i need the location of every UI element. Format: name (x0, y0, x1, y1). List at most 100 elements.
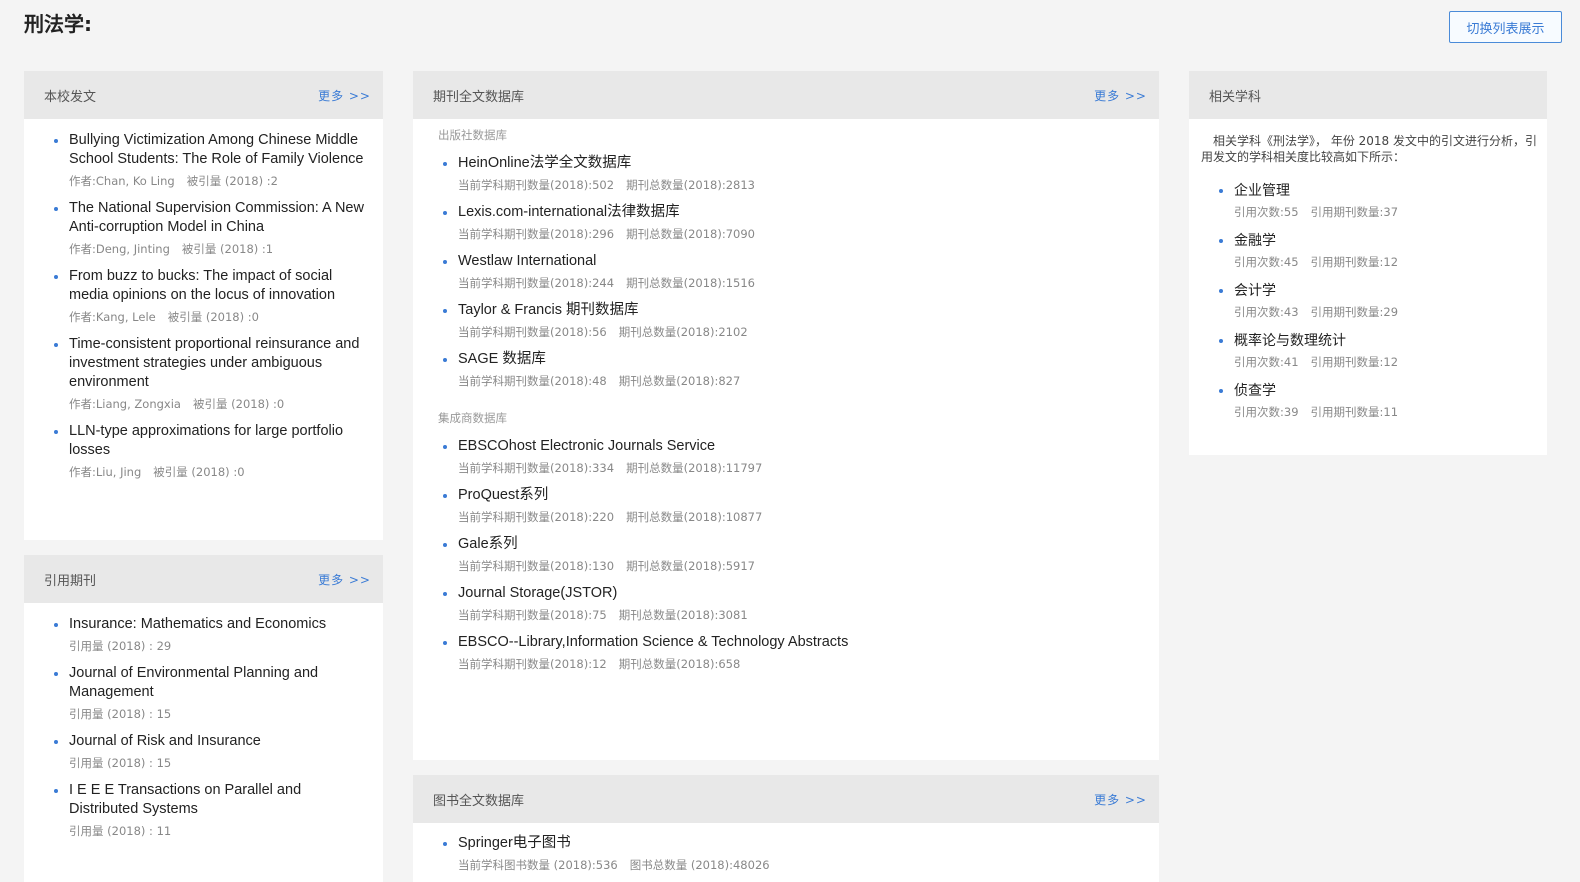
db-title[interactable]: Taylor & Francis 期刊数据库 (458, 301, 1139, 320)
paper-author: 作者:Liang, Zongxia (69, 397, 181, 411)
db-title[interactable]: EBSCO--Library,Information Science & Tec… (458, 633, 1139, 652)
subject-title[interactable]: 会计学 (1234, 281, 1537, 300)
subject-meta: 引用次数:41 引用期刊数量:12 (1234, 355, 1537, 369)
switch-list-view-button[interactable]: 切换列表展示 (1449, 11, 1562, 43)
list-item: Journal of Environmental Planning and Ma… (54, 664, 373, 721)
list-item: 概率论与数理统计 引用次数:41 引用期刊数量:12 (1219, 331, 1537, 369)
db-meta: 当前学科图书数量 (2018):536 图书总数量 (2018):48026 (458, 858, 1139, 872)
db-meta: 当前学科期刊数量(2018):502 期刊总数量(2018):2813 (458, 178, 1139, 192)
paper-title[interactable]: Bullying Victimization Among Chinese Mid… (69, 131, 373, 169)
list-item: SAGE 数据库 当前学科期刊数量(2018):48 期刊总数量(2018):82… (443, 350, 1139, 388)
paper-cited: 被引量 (2018) :2 (186, 174, 278, 188)
db-total-count: 期刊总数量(2018):10877 (626, 510, 763, 524)
db-total-count: 期刊总数量(2018):3081 (618, 608, 748, 622)
db-title[interactable]: EBSCOhost Electronic Journals Service (458, 437, 1139, 456)
subject-journals: 引用期刊数量:12 (1310, 255, 1399, 269)
subject-title[interactable]: 企业管理 (1234, 181, 1537, 200)
paper-title[interactable]: From buzz to bucks: The impact of social… (69, 267, 373, 305)
db-current-count: 当前学科期刊数量(2018):296 (458, 227, 615, 241)
panel-title: 期刊全文数据库 (433, 89, 525, 105)
paper-cited: 被引量 (2018) :1 (181, 242, 274, 256)
panel-header: 图书全文数据库 更多 >> (413, 775, 1159, 823)
db-current-count: 当前学科期刊数量(2018):502 (458, 178, 615, 192)
db-current-count: 当前学科期刊数量(2018):220 (458, 510, 615, 524)
db-title[interactable]: Journal Storage(JSTOR) (458, 584, 1139, 603)
db-current-count: 当前学科期刊数量(2018):334 (458, 461, 615, 475)
subject-title[interactable]: 金融学 (1234, 231, 1537, 250)
db-total-count: 期刊总数量(2018):7090 (626, 227, 755, 241)
list-item: Taylor & Francis 期刊数据库 当前学科期刊数量(2018):56… (443, 301, 1139, 339)
list-item: Journal of Risk and Insurance 引用量 (2018)… (54, 732, 373, 770)
paper-title[interactable]: LLN-type approximations for large portfo… (69, 422, 373, 460)
paper-title[interactable]: The National Supervision Commission: A N… (69, 199, 373, 237)
db-meta: 当前学科期刊数量(2018):48 期刊总数量(2018):827 (458, 374, 1139, 388)
db-title[interactable]: SAGE 数据库 (458, 350, 1139, 369)
journal-title[interactable]: Journal of Risk and Insurance (69, 732, 373, 751)
list-item: I E E E Transactions on Parallel and Dis… (54, 781, 373, 838)
list-item: Lexis.com-international法律数据库 当前学科期刊数量(20… (443, 203, 1139, 241)
db-total-count: 期刊总数量(2018):5917 (626, 559, 755, 573)
db-title[interactable]: Lexis.com-international法律数据库 (458, 203, 1139, 222)
subject-meta: 引用次数:39 引用期刊数量:11 (1234, 405, 1537, 419)
paper-meta: 作者:Liang, Zongxia 被引量 (2018) :0 (69, 397, 373, 411)
subject-meta: 引用次数:55 引用期刊数量:37 (1234, 205, 1537, 219)
db-total-count: 期刊总数量(2018):658 (618, 657, 741, 671)
list-item: From buzz to bucks: The impact of social… (54, 267, 373, 324)
paper-meta: 作者:Kang, Lele 被引量 (2018) :0 (69, 310, 373, 324)
db-current-count: 当前学科期刊数量(2018):48 (458, 374, 607, 388)
db-current-count: 当前学科期刊数量(2018):12 (458, 657, 607, 671)
db-current-count: 当前学科期刊数量(2018):130 (458, 559, 615, 573)
school-papers-list: Bullying Victimization Among Chinese Mid… (24, 119, 383, 479)
list-item: Springer电子图书 当前学科图书数量 (2018):536 图书总数量 (2… (443, 834, 1139, 872)
more-link[interactable]: 更多 >> (318, 571, 371, 588)
panel-header: 相关学科 (1189, 71, 1547, 119)
subject-journals: 引用期刊数量:11 (1310, 405, 1399, 419)
list-item: Journal Storage(JSTOR) 当前学科期刊数量(2018):75… (443, 584, 1139, 622)
list-item: EBSCOhost Electronic Journals Service 当前… (443, 437, 1139, 475)
db-title[interactable]: Gale系列 (458, 535, 1139, 554)
more-link[interactable]: 更多 >> (1094, 87, 1147, 104)
journal-title[interactable]: Journal of Environmental Planning and Ma… (69, 664, 373, 702)
publisher-db-list: HeinOnline法学全文数据库 当前学科期刊数量(2018):502 期刊总数… (413, 154, 1159, 388)
db-total-count: 期刊总数量(2018):2813 (626, 178, 755, 192)
journal-db-panel: 期刊全文数据库 更多 >> 出版社数据库 HeinOnline法学全文数据库 当… (413, 71, 1159, 760)
journal-title[interactable]: I E E E Transactions on Parallel and Dis… (69, 781, 373, 819)
paper-title[interactable]: Time-consistent proportional reinsurance… (69, 335, 373, 392)
panel-title: 引用期刊 (44, 573, 97, 589)
db-meta: 当前学科期刊数量(2018):296 期刊总数量(2018):7090 (458, 227, 1139, 241)
db-meta: 当前学科期刊数量(2018):244 期刊总数量(2018):1516 (458, 276, 1139, 290)
journal-title[interactable]: Insurance: Mathematics and Economics (69, 615, 373, 634)
cited-journals-panel: 引用期刊 更多 >> Insurance: Mathematics and Ec… (24, 555, 383, 882)
subject-title[interactable]: 侦查学 (1234, 381, 1537, 400)
subject-cites: 引用次数:55 (1234, 205, 1299, 219)
page-title: 刑法学: (24, 12, 92, 36)
db-title[interactable]: Springer电子图书 (458, 834, 1139, 853)
cited-journals-list: Insurance: Mathematics and Economics 引用量… (24, 603, 383, 838)
db-meta: 当前学科期刊数量(2018):130 期刊总数量(2018):5917 (458, 559, 1139, 573)
subject-title[interactable]: 概率论与数理统计 (1234, 331, 1537, 350)
more-link[interactable]: 更多 >> (318, 87, 371, 104)
db-total-count: 期刊总数量(2018):1516 (626, 276, 755, 290)
paper-meta: 作者:Liu, Jing 被引量 (2018) :0 (69, 465, 373, 479)
list-item: 企业管理 引用次数:55 引用期刊数量:37 (1219, 181, 1537, 219)
list-item: Westlaw International 当前学科期刊数量(2018):244… (443, 252, 1139, 290)
subject-journals: 引用期刊数量:37 (1310, 205, 1399, 219)
panel-header: 引用期刊 更多 >> (24, 555, 383, 603)
db-title[interactable]: ProQuest系列 (458, 486, 1139, 505)
list-item: Gale系列 当前学科期刊数量(2018):130 期刊总数量(2018):591… (443, 535, 1139, 573)
subject-cites: 引用次数:41 (1234, 355, 1299, 369)
db-current-count: 当前学科期刊数量(2018):244 (458, 276, 615, 290)
more-link[interactable]: 更多 >> (1094, 791, 1147, 808)
db-total-count: 期刊总数量(2018):827 (618, 374, 741, 388)
db-title[interactable]: Westlaw International (458, 252, 1139, 271)
db-total-count: 期刊总数量(2018):11797 (626, 461, 763, 475)
panel-header: 期刊全文数据库 更多 >> (413, 71, 1159, 119)
paper-cited: 被引量 (2018) :0 (153, 465, 245, 479)
list-item: Time-consistent proportional reinsurance… (54, 335, 373, 411)
list-item: ProQuest系列 当前学科期刊数量(2018):220 期刊总数量(2018)… (443, 486, 1139, 524)
db-title[interactable]: HeinOnline法学全文数据库 (458, 154, 1139, 173)
book-db-list: Springer电子图书 当前学科图书数量 (2018):536 图书总数量 (2… (413, 834, 1159, 872)
journal-count: 引用量 (2018) : 15 (69, 756, 172, 770)
db-meta: 当前学科期刊数量(2018):334 期刊总数量(2018):11797 (458, 461, 1139, 475)
panel-title: 相关学科 (1209, 89, 1262, 105)
